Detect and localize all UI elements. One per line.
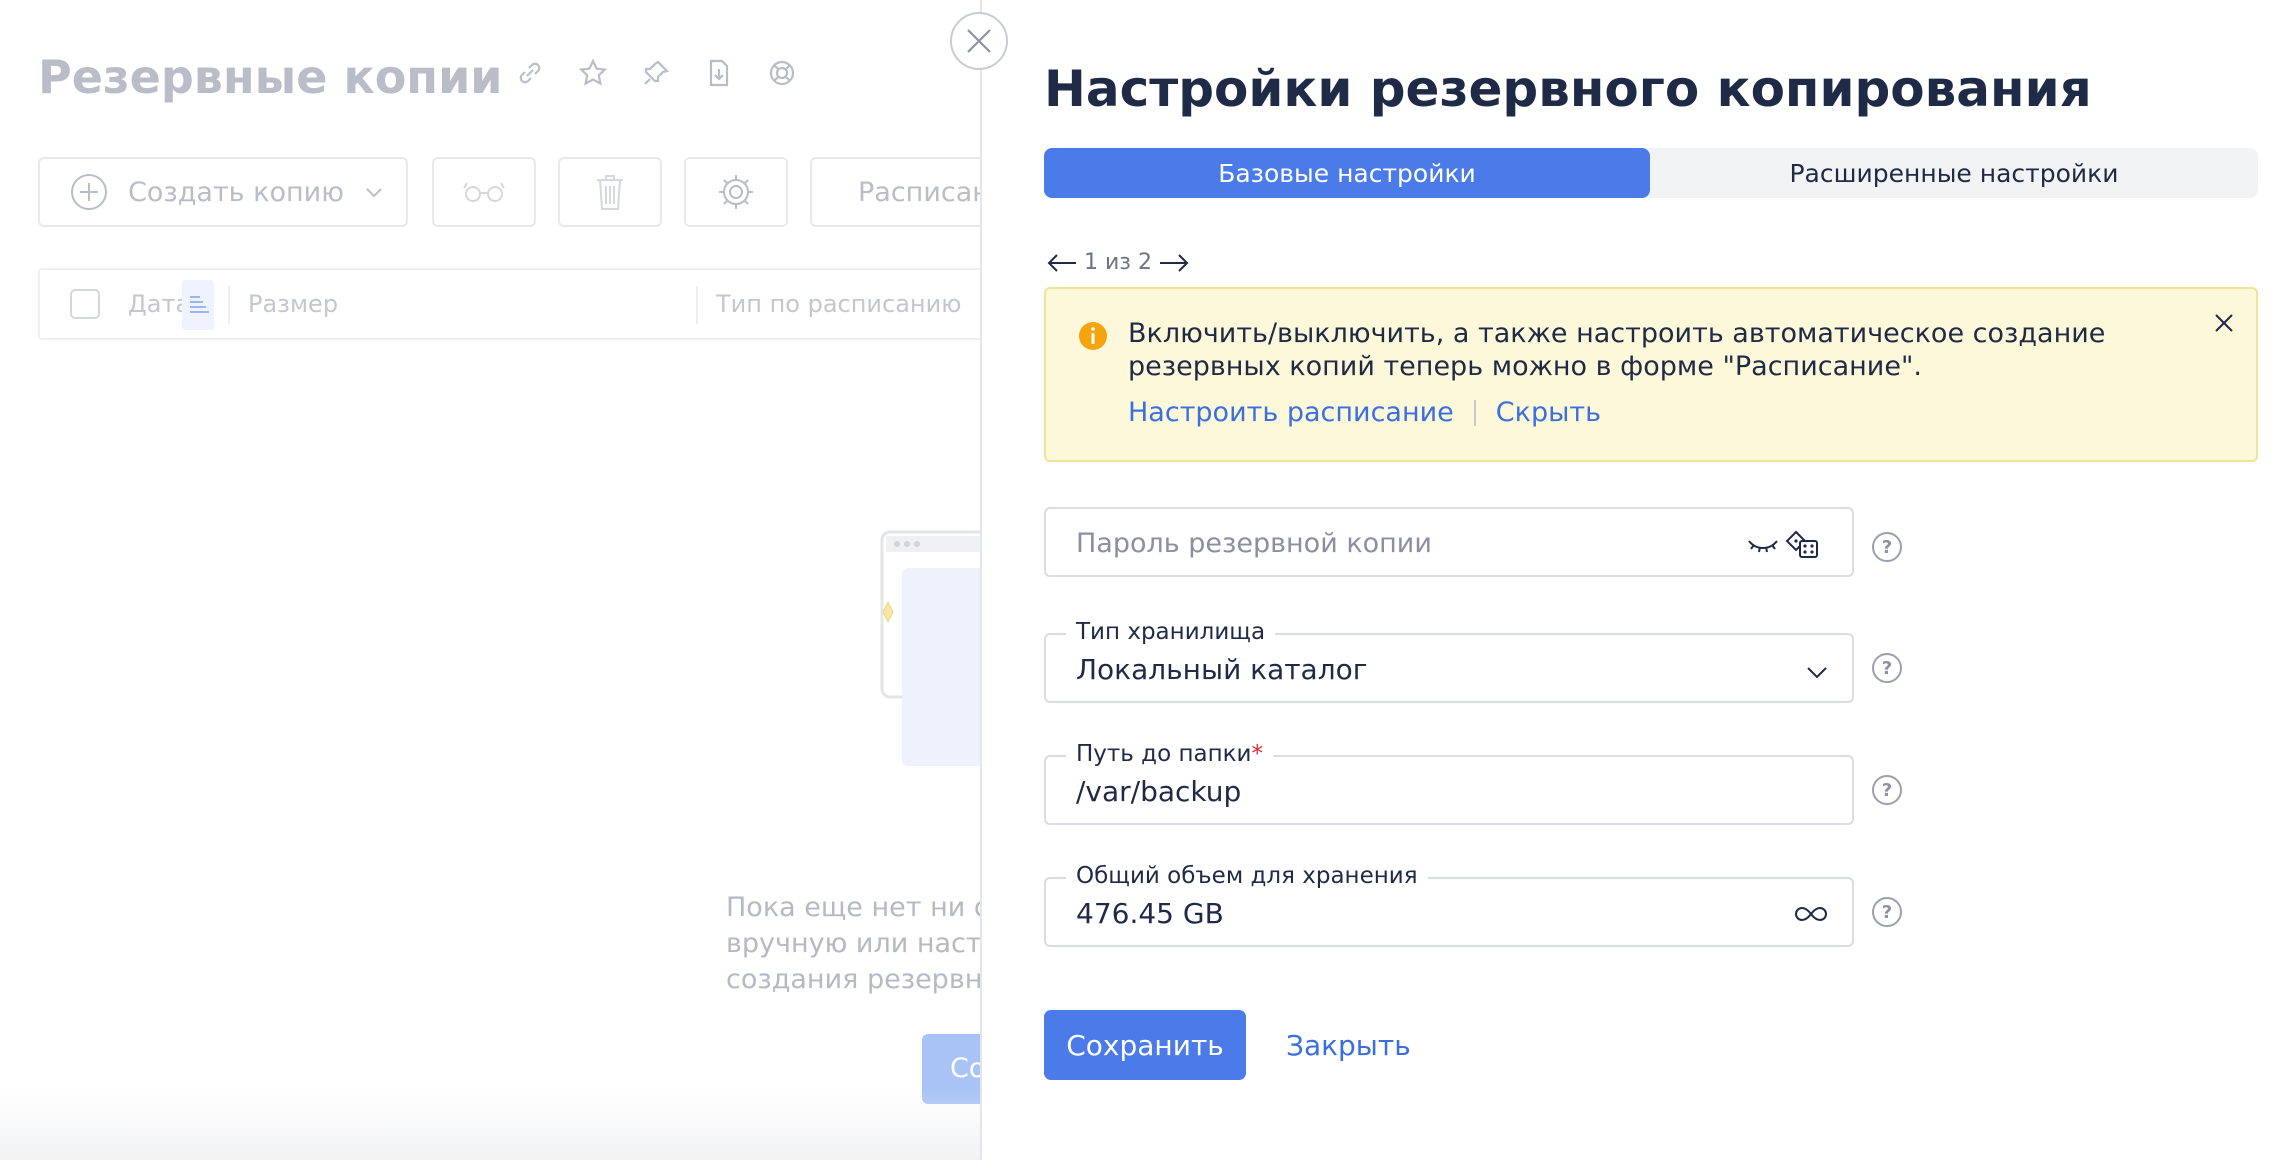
save-button[interactable]: Сохранить	[1044, 1010, 1246, 1080]
column-date[interactable]: Дата	[128, 290, 190, 318]
chevron-down-icon	[1807, 667, 1827, 679]
empty-state-line: создания резервны	[726, 964, 986, 995]
delete-button[interactable]	[558, 157, 662, 227]
settings-button[interactable]	[684, 157, 788, 227]
column-size[interactable]: Размер	[248, 290, 338, 318]
infinity-icon[interactable]	[1794, 899, 1828, 929]
plus-circle-icon	[71, 174, 107, 210]
column-divider	[696, 286, 698, 324]
total-volume-field[interactable]: Общий объем для хранения 476.45 GB	[1044, 863, 1854, 947]
empty-state-line: Пока еще нет ни од	[726, 892, 986, 923]
pin-icon[interactable]	[641, 58, 671, 88]
bottom-fade	[0, 1090, 980, 1160]
view-button[interactable]	[432, 157, 536, 227]
schedule-label: Расписание	[858, 176, 988, 208]
sort-icon[interactable]	[182, 280, 214, 330]
settings-tabs: Базовые настройки Расширенные настройки	[1044, 148, 2258, 198]
pager-text: 1 из 2	[1084, 250, 1152, 275]
table-header: Дата Размер Тип по расписанию	[38, 268, 998, 340]
glasses-icon	[463, 182, 505, 202]
chevron-down-icon	[366, 188, 382, 198]
notice-pager: 1 из 2	[1046, 250, 1190, 275]
link-icon[interactable]	[515, 58, 545, 88]
tab-advanced-settings[interactable]: Расширенные настройки	[1650, 148, 2258, 198]
folder-path-value: /var/backup	[1076, 775, 1242, 808]
page-title: Резервные копии	[38, 50, 503, 104]
warning-icon	[1079, 322, 1107, 350]
storage-type-select[interactable]: Тип хранилища Локальный каталог	[1044, 619, 1854, 703]
create-backup-button[interactable]: Создать копию	[38, 157, 408, 227]
column-schedule-type[interactable]: Тип по расписанию	[716, 290, 961, 318]
storage-type-help-icon[interactable]: ?	[1872, 653, 1902, 683]
arrow-left-icon[interactable]	[1046, 251, 1078, 275]
lifebuoy-icon[interactable]	[767, 58, 797, 88]
schedule-notice: Включить/выключить, а также настроить ав…	[1044, 287, 2258, 462]
gear-icon	[719, 175, 753, 209]
panel-title: Настройки резервного копирования	[1044, 60, 2092, 118]
total-volume-help-icon[interactable]: ?	[1872, 897, 1902, 927]
configure-schedule-link[interactable]: Настроить расписание	[1128, 397, 1454, 428]
storage-type-value: Локальный каталог	[1076, 653, 1368, 686]
dice-generate-icon[interactable]	[1786, 529, 1820, 559]
folder-path-label-text: Путь до папки	[1076, 741, 1252, 767]
schedule-button[interactable]: Расписание	[810, 157, 990, 227]
trash-icon	[597, 175, 623, 210]
column-divider	[228, 286, 230, 324]
arrow-right-icon[interactable]	[1158, 251, 1190, 275]
storage-type-label: Тип хранилища	[1066, 619, 1276, 645]
close-icon[interactable]	[2210, 309, 2238, 337]
close-icon	[967, 29, 991, 53]
close-button[interactable]: Закрыть	[1286, 1010, 1411, 1080]
required-mark: *	[1251, 741, 1263, 767]
star-icon[interactable]	[578, 58, 608, 88]
tab-basic-settings[interactable]: Базовые настройки	[1044, 148, 1650, 198]
select-all-checkbox[interactable]	[70, 289, 100, 319]
total-volume-value: 476.45 GB	[1076, 897, 1224, 930]
notice-actions: Настроить расписание Скрыть	[1128, 397, 1601, 428]
hide-notice-link[interactable]: Скрыть	[1496, 397, 1601, 428]
folder-path-field[interactable]: Путь до папки* /var/backup	[1044, 741, 1854, 825]
empty-state-text: Пока еще нет ни од вручную или настр соз…	[726, 890, 986, 998]
folder-path-help-icon[interactable]: ?	[1872, 775, 1902, 805]
empty-state-line: вручную или настр	[726, 928, 986, 959]
backup-password-field[interactable]: Пароль резервной копии	[1044, 507, 1854, 577]
link-separator	[1473, 399, 1476, 426]
title-actions	[515, 58, 797, 88]
total-volume-label: Общий объем для хранения	[1066, 863, 1428, 889]
folder-path-label: Путь до папки*	[1066, 741, 1273, 767]
download-doc-icon[interactable]	[704, 58, 734, 88]
create-backup-label: Создать копию	[128, 176, 344, 208]
eye-closed-icon[interactable]	[1746, 529, 1780, 559]
notice-text: Включить/выключить, а также настроить ав…	[1128, 318, 2106, 382]
password-placeholder: Пароль резервной копии	[1076, 528, 1432, 559]
panel-close-button[interactable]	[950, 12, 1008, 70]
password-help-icon[interactable]: ?	[1872, 532, 1902, 562]
